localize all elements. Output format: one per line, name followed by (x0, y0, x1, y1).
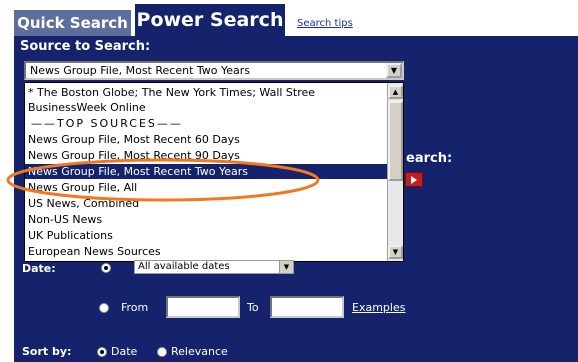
date-range-select[interactable]: All available dates ▼ (134, 260, 294, 274)
tab-power-search[interactable]: Power Search (135, 4, 285, 36)
sort-date-label: Date (111, 345, 138, 358)
sort-date-radio[interactable] (97, 347, 107, 357)
date-range-select-value: All available dates (138, 261, 230, 272)
list-item[interactable]: BusinessWeek Online (25, 100, 387, 115)
examples-link[interactable]: Examples (352, 301, 405, 314)
sort-relevance-label: Relevance (171, 345, 228, 358)
source-select-value: News Group File, Most Recent Two Years (30, 64, 251, 77)
source-label: Source to Search: (20, 39, 151, 54)
date-from-to-radio[interactable] (99, 303, 109, 313)
scroll-up-icon[interactable]: ▲ (388, 85, 403, 99)
list-item[interactable]: European News Sources (25, 244, 387, 259)
chevron-down-icon[interactable]: ▼ (386, 63, 402, 78)
list-item[interactable]: News Group File, Most Recent 90 Days (25, 148, 387, 163)
list-group-header: ——TOP SOURCES—— (31, 117, 183, 130)
tab-quick-search[interactable]: Quick Search (14, 10, 131, 36)
list-item[interactable]: News Group File, Most Recent 60 Days (25, 132, 387, 147)
date-label: Date: (22, 262, 56, 275)
scrollbar-thumb[interactable] (388, 101, 403, 181)
search-label: earch: (406, 151, 453, 166)
from-date-input[interactable] (166, 296, 240, 318)
list-item[interactable]: * The Boston Globe; The New York Times; … (25, 85, 387, 100)
chevron-down-icon[interactable]: ▼ (279, 261, 293, 273)
sort-by-label: Sort by: (22, 345, 72, 358)
list-item-selected[interactable]: News Group File, Most Recent Two Years (25, 164, 387, 179)
to-date-input[interactable] (270, 296, 344, 318)
from-label: From (121, 301, 149, 314)
list-item[interactable]: News Group File, All (25, 180, 387, 195)
to-label: To (247, 301, 259, 314)
list-item[interactable]: UK Publications (25, 228, 387, 243)
source-dropdown-list[interactable]: * The Boston Globe; The New York Times; … (24, 82, 404, 262)
date-range-radio[interactable] (101, 263, 111, 273)
sort-relevance-radio[interactable] (157, 347, 167, 357)
scroll-down-icon[interactable]: ▼ (388, 245, 403, 259)
dropdown-scrollbar[interactable]: ▲ ▼ (387, 83, 403, 261)
list-item[interactable]: Non-US News (25, 212, 387, 227)
search-tips-link[interactable]: Search tips (297, 18, 353, 29)
search-submit-button[interactable] (405, 172, 423, 187)
list-item[interactable]: US News, Combined (25, 196, 387, 211)
source-select[interactable]: News Group File, Most Recent Two Years ▼ (24, 61, 404, 80)
